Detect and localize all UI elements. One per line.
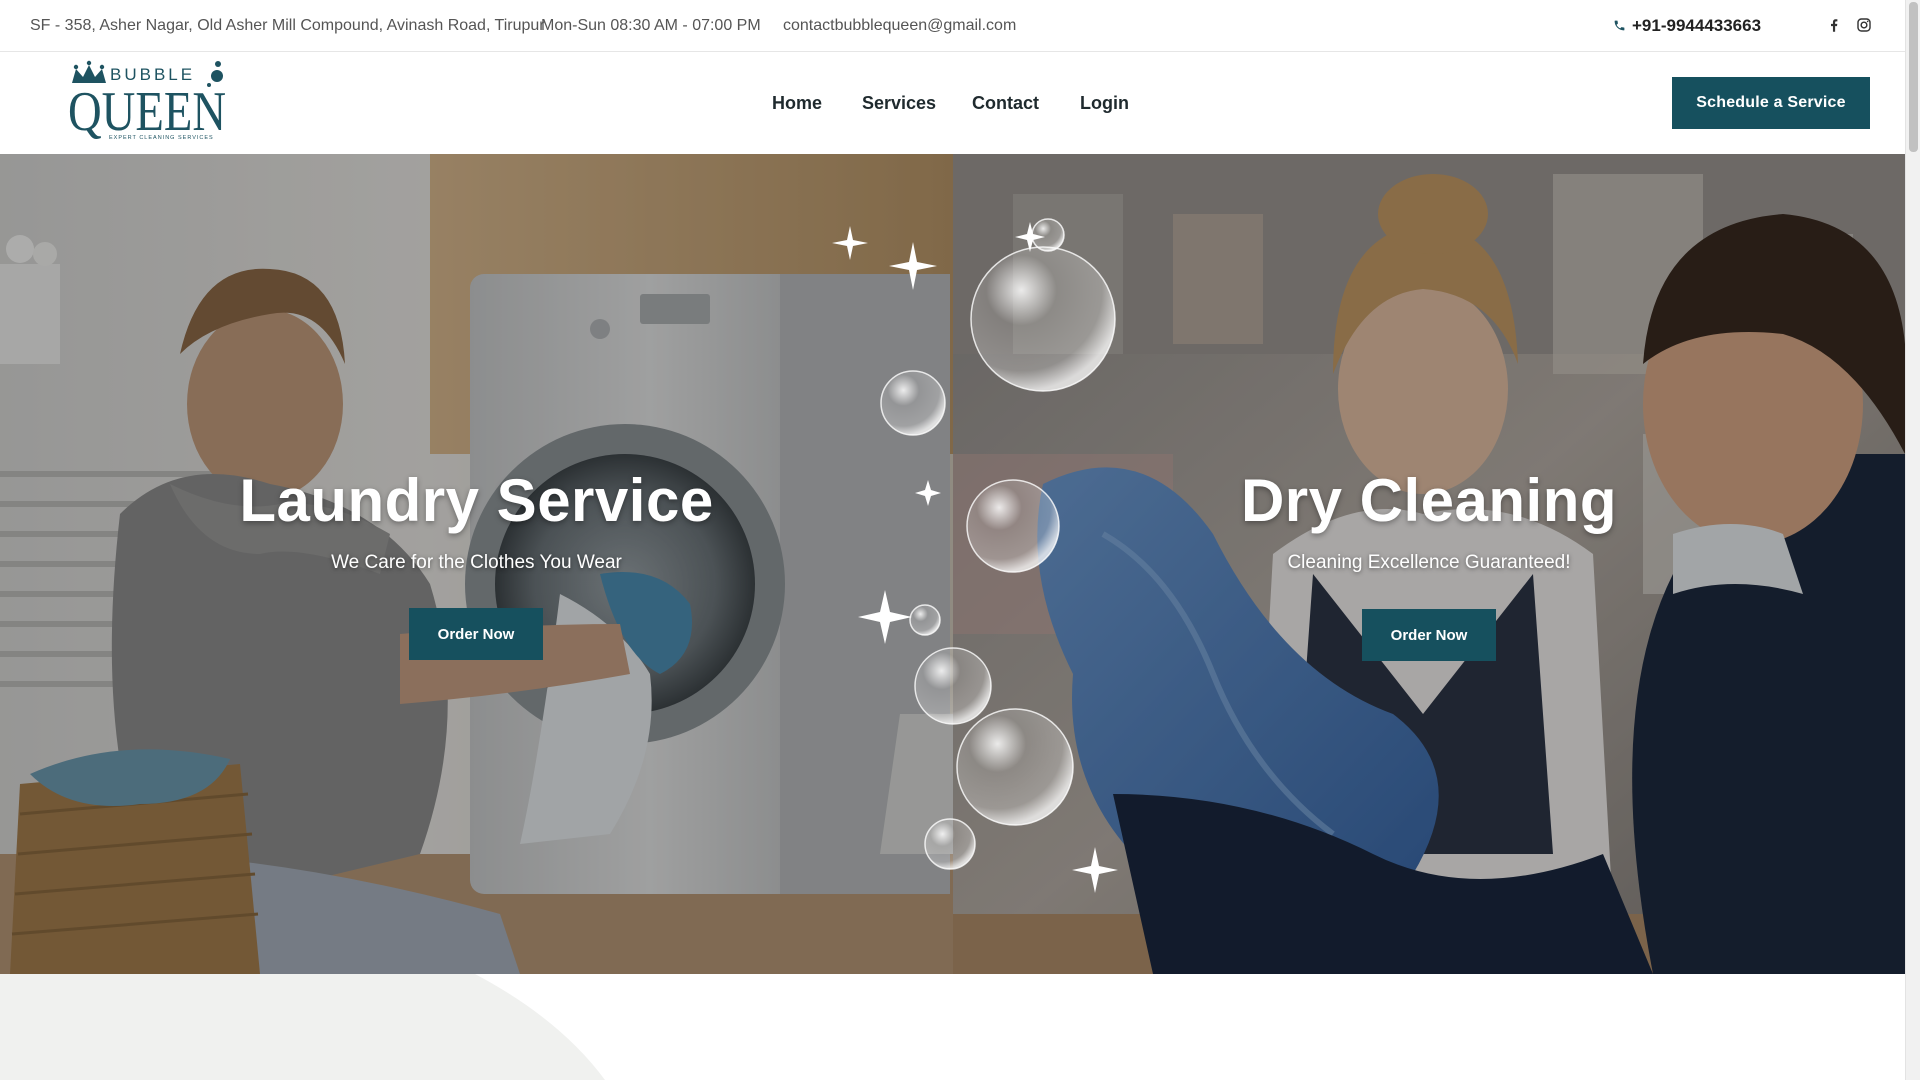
dry-cleaning-subtitle: Cleaning Excellence Guaranteed!: [1287, 552, 1571, 573]
laundry-service-panel: Laundry Service We Care for the Clothes …: [0, 154, 953, 974]
decorative-curve: [0, 974, 605, 1080]
phone-link[interactable]: +91-9944433663: [1613, 0, 1761, 52]
dry-cleaning-title: Dry Cleaning: [1240, 467, 1618, 534]
instagram-icon[interactable]: [1855, 16, 1873, 34]
address-text: SF - 358, Asher Nagar, Old Asher Mill Co…: [30, 17, 545, 34]
logo-main-word: QUEEN: [68, 81, 226, 143]
email-link[interactable]: contactbubblequeen@gmail.com: [783, 0, 1016, 52]
nav-contact[interactable]: Contact: [972, 52, 1039, 154]
laundry-order-button[interactable]: Order Now: [409, 608, 543, 660]
schedule-service-button[interactable]: Schedule a Service: [1672, 77, 1870, 129]
laundry-subtitle: We Care for the Clothes You Wear: [331, 552, 622, 573]
page-scrollbar[interactable]: [1905, 0, 1920, 1080]
phone-icon: [1614, 20, 1625, 30]
dry-cleaning-order-button[interactable]: Order Now: [1362, 609, 1496, 661]
opening-hours-text: Mon-Sun 08:30 AM - 07:00 PM: [541, 17, 761, 34]
nav-login[interactable]: Login: [1080, 52, 1129, 154]
bubble-queen-logo[interactable]: BUBBLE QUEEN EXPERT CLEANING SERVICES: [66, 58, 228, 146]
scrollbar-thumb[interactable]: [1909, 2, 1918, 152]
logo-tagline: EXPERT CLEANING SERVICES: [109, 135, 214, 141]
nav-services[interactable]: Services: [862, 52, 936, 154]
top-info-bar: SF - 358, Asher Nagar, Old Asher Mill Co…: [0, 0, 1905, 52]
dry-cleaning-panel: Dry Cleaning Cleaning Excellence Guarant…: [953, 154, 1905, 974]
facebook-icon[interactable]: [1825, 16, 1843, 34]
laundry-title: Laundry Service: [239, 467, 714, 534]
nav-home[interactable]: Home: [772, 52, 822, 154]
phone-number: +91-9944433663: [1632, 16, 1762, 35]
main-header: BUBBLE QUEEN EXPERT CLEANING SERVICES Ho…: [0, 52, 1905, 154]
hero-section: Laundry Service We Care for the Clothes …: [0, 154, 1905, 974]
next-section: [0, 974, 1905, 1080]
